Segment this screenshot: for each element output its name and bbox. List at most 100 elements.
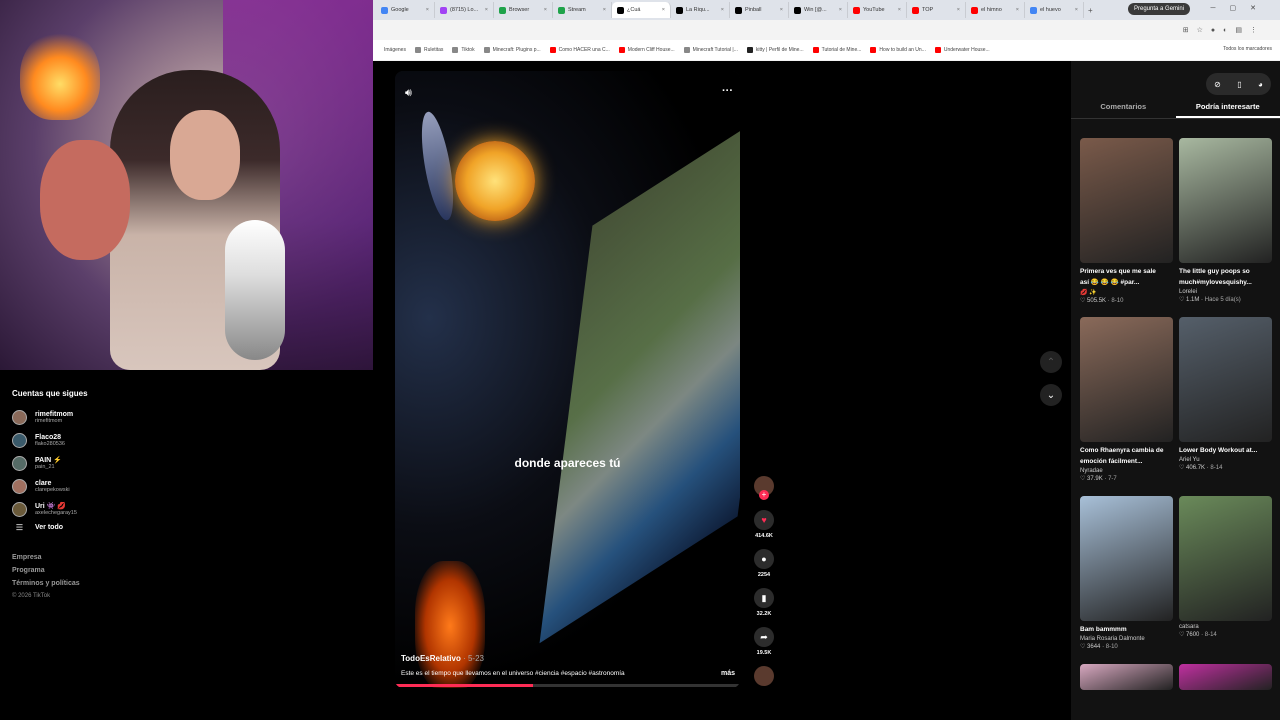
suggested-video-card[interactable] [1080,664,1173,690]
bookmark-item[interactable]: Minecraft: Plugins p... [483,47,541,53]
browser-chrome: Google × (8715) Lo... × Browser × Stream × ¿Cuá ×… [373,0,1280,61]
address-bar[interactable] [373,20,1280,40]
close-icon[interactable]: × [1075,7,1078,13]
video-thumbnail[interactable] [1080,496,1173,621]
video-progress-bar[interactable] [395,684,740,687]
browser-tab[interactable]: La Riqu... × [671,2,730,18]
browser-tab[interactable]: ¿Cuá × [612,2,671,18]
phone-icon[interactable]: ▯ [1237,80,1241,89]
bookmark-favicon-icon [452,47,459,53]
video-thumbnail[interactable] [1179,317,1272,442]
suggested-video-card[interactable]: Primera ves que me sale así 😂 😂 😂 #par..… [1080,138,1173,304]
bookmark-item[interactable]: How to build an Un... [870,47,926,53]
browser-tab[interactable]: TOP × [907,2,966,18]
next-video-button[interactable]: ⌄ [1040,384,1062,406]
close-icon[interactable]: × [603,7,606,13]
sound-avatar[interactable] [754,666,774,686]
close-icon[interactable]: × [898,7,901,13]
avatar [12,479,27,494]
see-all-button[interactable]: ☰ Ver todo [12,523,373,532]
close-icon[interactable]: × [544,7,547,13]
video-thumbnail[interactable] [1179,496,1272,621]
creator-avatar[interactable]: + [754,476,774,500]
tab-suggestions[interactable]: Podría interesarte [1175,99,1280,118]
toolbar-icons[interactable]: ⊞☆●◐▤⋮ [1183,26,1265,34]
author-name[interactable]: TodoEsRelativo [401,654,461,663]
close-icon[interactable]: × [1016,7,1019,13]
tab-comments[interactable]: Comentarios [1071,99,1176,118]
suggested-video-card[interactable]: Lower Body Workout at... Ariel Yu ♡ 406.… [1179,317,1272,471]
bookmark-item[interactable]: Tiktok [452,47,475,53]
video-thumbnail[interactable] [1080,317,1173,442]
browser-tab[interactable]: el himno × [966,2,1025,18]
share-button[interactable]: ➦ [754,627,774,647]
close-icon[interactable]: × [839,7,842,13]
browser-tab[interactable]: (8715) Lo... × [435,2,494,18]
video-author[interactable]: TodoEsRelativo · 5-23 [401,654,484,663]
browser-tab[interactable]: YouTube × [848,2,907,18]
volume-icon[interactable]: 🔊︎ [405,87,412,100]
video-thumbnail[interactable] [1179,138,1272,263]
browser-tab[interactable]: Google × [376,2,435,18]
like-button[interactable]: ♥ [754,510,774,530]
close-icon[interactable]: × [485,7,488,13]
browser-tab[interactable]: el huevo × [1025,2,1084,18]
browser-tab[interactable]: Pinball × [730,2,789,18]
following-item[interactable]: Uri 👾 💋 axelechegaray15 [12,498,373,521]
bookmark-label: Minecraft: Plugins p... [492,47,541,53]
browser-tab[interactable]: Stream × [553,2,612,18]
following-item[interactable]: rimefitmom rimefitmom [12,406,373,429]
window-controls[interactable]: ─▢✕ [1211,4,1270,12]
video-thumbnail[interactable] [1179,664,1272,690]
more-options-icon[interactable]: ··· [722,85,733,97]
close-icon[interactable]: × [662,7,665,13]
video-thumbnail[interactable] [1080,138,1173,263]
bookmark-item[interactable]: Como HACER una C... [549,47,610,53]
all-bookmarks[interactable]: Todos los marcadores [1223,46,1272,52]
card-author[interactable]: 💋 ✨ [1080,289,1173,296]
suggested-video-card[interactable]: catsara ♡ 7600 · 8-14 [1179,496,1272,638]
comment-button[interactable]: ● [754,549,774,569]
card-author[interactable]: catsara [1179,624,1272,630]
suggested-video-card[interactable] [1179,664,1272,690]
card-author[interactable]: Ariel Yu [1179,457,1272,463]
link-terms[interactable]: Términos y políticas [12,580,373,587]
video-lava [415,561,485,688]
new-tab-icon[interactable]: + [1088,6,1093,15]
close-icon[interactable]: × [780,7,783,13]
save-count: 32.2K [756,611,772,617]
browser-tab[interactable]: Win [@... × [789,2,848,18]
save-button[interactable]: ▮ [754,588,774,608]
no-sign-icon[interactable]: ⊘ [1214,80,1221,89]
card-title: Como Rhaenyra cambia de emoción fácilmen… [1080,447,1164,465]
link-program[interactable]: Programa [12,567,373,574]
previous-video-button[interactable]: ⌃ [1040,351,1062,373]
suggested-video-card[interactable]: The little guy poops so much#mylovesquis… [1179,138,1272,303]
gemini-button[interactable]: Pregunta a Gemini [1128,3,1191,15]
more-button[interactable]: más [721,670,735,677]
video-thumbnail[interactable] [1080,664,1173,690]
follow-plus-icon[interactable]: + [759,490,769,500]
bookmark-item[interactable]: kitty | Perfil de Mine... [746,47,804,53]
following-item[interactable]: clare clarepekowski [12,475,373,498]
following-item[interactable]: Flaco28 flako280536 [12,429,373,452]
browser-tab[interactable]: Browser × [494,2,553,18]
close-icon[interactable]: × [957,7,960,13]
bookmark-item[interactable]: Tutorial de Mine... [812,47,861,53]
suggested-video-card[interactable]: Bam bammmm Maria Rosaria Dalmonte ♡ 3644… [1080,496,1173,650]
link-company[interactable]: Empresa [12,554,373,561]
video-player[interactable]: 🔊︎ ··· donde apareces tú TodoEsRelativo … [395,71,740,688]
bookmark-item[interactable]: Minecraft Tutorial |... [683,47,738,53]
bookmark-item[interactable]: Imágenes [375,47,406,53]
suggested-video-card[interactable]: Como Rhaenyra cambia de emoción fácilmen… [1080,317,1173,482]
following-item[interactable]: PAIN ⚡ pain_21 [12,452,373,475]
card-author[interactable]: Maria Rosaria Dalmonte [1080,636,1173,642]
profile-avatar[interactable]: ◕ [1258,80,1263,89]
card-author[interactable]: Nyradae [1080,468,1173,474]
bookmark-item[interactable]: Underwater House... [934,47,990,53]
bookmark-item[interactable]: Modern Cliff House... [618,47,675,53]
card-author[interactable]: Lorelei [1179,289,1272,295]
close-icon[interactable]: × [426,7,429,13]
bookmark-item[interactable]: Ruletitas [414,47,443,53]
close-icon[interactable]: × [721,7,724,13]
